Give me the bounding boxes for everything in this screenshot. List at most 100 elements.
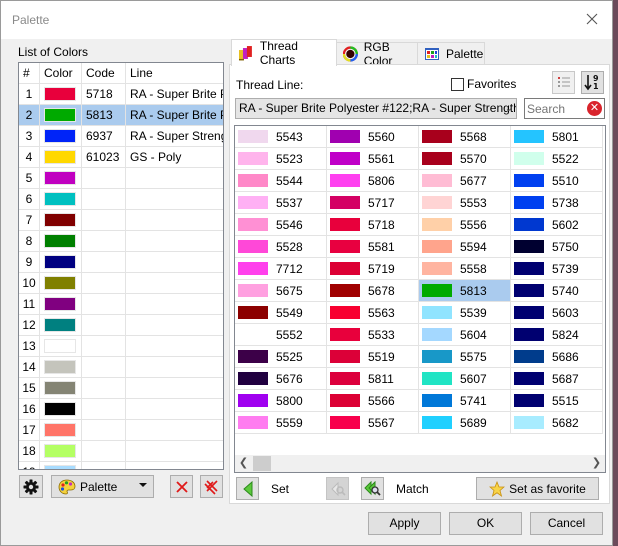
thread-color-cell[interactable]: 5602	[511, 214, 603, 236]
list-item[interactable]: 15	[19, 378, 223, 399]
thread-color-cell[interactable]: 5510	[511, 170, 603, 192]
list-item[interactable]: 17	[19, 420, 223, 441]
cancel-button[interactable]: Cancel	[530, 512, 603, 535]
thread-color-cell[interactable]: 5522	[511, 148, 603, 170]
list-item[interactable]: 7	[19, 210, 223, 231]
scrollbar-thumb[interactable]	[253, 456, 271, 471]
thread-color-cell[interactable]: 5738	[511, 192, 603, 214]
thread-color-cell[interactable]: 5741	[419, 390, 511, 412]
search-input[interactable]	[525, 99, 585, 118]
thread-color-cell[interactable]: 5718	[327, 214, 419, 236]
thread-color-cell[interactable]: 5719	[327, 258, 419, 280]
list-item[interactable]: 19	[19, 462, 223, 469]
header-line[interactable]: Line	[126, 63, 223, 84]
list-item[interactable]: 8	[19, 231, 223, 252]
list-item[interactable]: 16	[19, 399, 223, 420]
thread-color-cell[interactable]: 5575	[419, 346, 511, 368]
tab-rgb-color[interactable]: RGB Color	[336, 40, 418, 68]
thread-color-cell[interactable]: 5563	[327, 302, 419, 324]
tab-thread-charts[interactable]: Thread Charts	[231, 39, 337, 67]
list-item[interactable]: 10	[19, 273, 223, 294]
thread-color-cell[interactable]: 5553	[419, 192, 511, 214]
thread-color-cell[interactable]: 5739	[511, 258, 603, 280]
thread-color-cell[interactable]: 5717	[327, 192, 419, 214]
list-view-button[interactable]	[552, 71, 575, 94]
thread-color-cell[interactable]: 5676	[235, 368, 327, 390]
horizontal-scrollbar[interactable]: ❮ ❯	[235, 455, 605, 472]
list-item[interactable]: 14	[19, 357, 223, 378]
thread-color-cell[interactable]: 5537	[235, 192, 327, 214]
thread-color-cell[interactable]: 5813	[419, 280, 511, 302]
tab-palette[interactable]: Palette	[417, 42, 485, 65]
thread-color-cell[interactable]: 5552	[235, 324, 327, 346]
thread-color-cell[interactable]: 5687	[511, 368, 603, 390]
apply-button[interactable]: Apply	[368, 512, 441, 535]
close-button[interactable]	[582, 9, 602, 29]
thread-color-cell[interactable]: 5675	[235, 280, 327, 302]
thread-color-cell[interactable]: 5533	[327, 324, 419, 346]
thread-color-cell[interactable]: 5559	[235, 412, 327, 434]
scroll-left-icon[interactable]: ❮	[235, 455, 252, 472]
list-item[interactable]: 13	[19, 336, 223, 357]
list-item[interactable]: 18	[19, 441, 223, 462]
header-num[interactable]: #	[19, 63, 40, 84]
thread-color-cell[interactable]: 5824	[511, 324, 603, 346]
thread-color-cell[interactable]: 5525	[235, 346, 327, 368]
list-item[interactable]: 12	[19, 315, 223, 336]
match-button[interactable]	[361, 477, 384, 500]
thread-color-cell[interactable]: 5800	[235, 390, 327, 412]
palette-dropdown-button[interactable]: Palette	[51, 475, 154, 498]
thread-color-cell[interactable]: 5560	[327, 126, 419, 148]
thread-color-cell[interactable]: 5604	[419, 324, 511, 346]
thread-color-cell[interactable]: 5544	[235, 170, 327, 192]
list-item[interactable]: 11	[19, 294, 223, 315]
thread-color-cell[interactable]: 5546	[235, 214, 327, 236]
clear-search-button[interactable]: ✕	[587, 101, 602, 116]
thread-color-cell[interactable]: 5519	[327, 346, 419, 368]
thread-color-cell[interactable]: 5678	[327, 280, 419, 302]
list-item[interactable]: 5	[19, 168, 223, 189]
thread-color-cell[interactable]: 5811	[327, 368, 419, 390]
set-button[interactable]	[236, 477, 259, 500]
thread-color-cell[interactable]: 5806	[327, 170, 419, 192]
delete-color-button[interactable]	[170, 475, 193, 498]
list-item[interactable]: 2 5813RA - Super Brite Po	[19, 105, 223, 126]
thread-color-cell[interactable]: 5570	[419, 148, 511, 170]
set-as-favorite-button[interactable]: Set as favorite	[476, 477, 599, 500]
header-code[interactable]: Code	[82, 63, 126, 84]
thread-color-cell[interactable]: 5561	[327, 148, 419, 170]
favorites-checkbox-box[interactable]	[451, 77, 464, 91]
favorites-checkbox[interactable]: Favorites	[451, 77, 516, 91]
thread-color-cell[interactable]: 5523	[235, 148, 327, 170]
thread-color-cell[interactable]: 5549	[235, 302, 327, 324]
thread-line-dropdown[interactable]: RA - Super Brite Polyester #122;RA - Sup…	[235, 98, 517, 119]
list-item[interactable]: 6	[19, 189, 223, 210]
thread-color-grid[interactable]: 5543 5560 5568 5801 5523 5561 5570 5522 5544 5806…	[234, 125, 606, 473]
thread-color-cell[interactable]: 5539	[419, 302, 511, 324]
thread-color-cell[interactable]: 5515	[511, 390, 603, 412]
thread-color-cell[interactable]: 5594	[419, 236, 511, 258]
thread-color-cell[interactable]: 5677	[419, 170, 511, 192]
scroll-right-icon[interactable]: ❯	[588, 455, 605, 472]
thread-color-cell[interactable]: 5750	[511, 236, 603, 258]
thread-color-cell[interactable]: 5543	[235, 126, 327, 148]
header-color[interactable]: Color	[40, 63, 82, 84]
color-list[interactable]: # Color Code Line 1 5718 RA - Super Brite …	[18, 62, 224, 470]
list-item[interactable]: 9	[19, 252, 223, 273]
thread-color-cell[interactable]: 5566	[327, 390, 419, 412]
thread-color-cell[interactable]: 5740	[511, 280, 603, 302]
thread-color-cell[interactable]: 5568	[419, 126, 511, 148]
thread-color-cell[interactable]: 5528	[235, 236, 327, 258]
thread-color-cell[interactable]: 5689	[419, 412, 511, 434]
thread-color-cell[interactable]: 7712	[235, 258, 327, 280]
list-item[interactable]: 4 61023 GS - Poly	[19, 147, 223, 168]
settings-button[interactable]	[19, 475, 43, 498]
thread-color-cell[interactable]: 5801	[511, 126, 603, 148]
thread-color-cell[interactable]: 5607	[419, 368, 511, 390]
thread-color-cell[interactable]: 5558	[419, 258, 511, 280]
list-item[interactable]: 1 5718RA - Super Brite Po	[19, 84, 223, 105]
thread-color-cell[interactable]: 5686	[511, 346, 603, 368]
ok-button[interactable]: OK	[449, 512, 522, 535]
delete-all-button[interactable]	[200, 475, 223, 498]
thread-color-cell[interactable]: 5556	[419, 214, 511, 236]
